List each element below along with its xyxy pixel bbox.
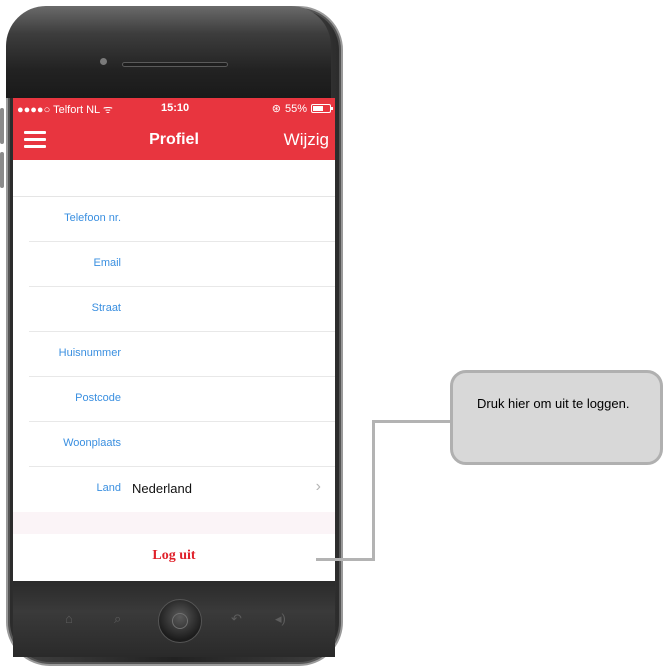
logout-button[interactable]: Log uit: [13, 534, 335, 578]
field-row-postcode[interactable]: Postcode: [29, 377, 335, 422]
phone-top-bezel: [6, 6, 331, 98]
country-value: Nederland: [132, 481, 192, 496]
form-top-spacer: [13, 160, 335, 197]
chevron-right-icon: ›: [315, 478, 321, 495]
back-icon: ↶: [231, 611, 242, 626]
section-spacer: [13, 512, 335, 534]
field-row-house-number[interactable]: Huisnummer: [29, 332, 335, 377]
volume-up-side-button: [0, 108, 4, 144]
field-row-city[interactable]: Woonplaats: [29, 422, 335, 467]
field-row-email[interactable]: Email: [29, 242, 335, 287]
wifi-icon: ᯤ: [102, 104, 113, 116]
camera-icon: [100, 58, 107, 65]
field-label: Land: [96, 482, 121, 494]
field-label: Telefoon nr.: [64, 212, 121, 224]
field-row-phone[interactable]: Telefoon nr.: [29, 197, 335, 242]
phone-bottom-bezel: ⌂ ⌕ ↶ ◂): [13, 581, 335, 657]
battery-status: ⊛ 55%: [271, 102, 333, 115]
field-label: Email: [93, 257, 121, 269]
home-button[interactable]: [158, 599, 202, 643]
profile-form: Telefoon nr. Email Straat Huisnummer Pos…: [13, 160, 335, 578]
navigation-bar: Profiel Wijzig: [13, 118, 335, 160]
battery-percent: 55%: [284, 102, 307, 115]
field-label: Straat: [91, 302, 121, 314]
field-label: Huisnummer: [58, 347, 121, 359]
volume-icon: ◂): [275, 611, 286, 626]
callout-text: Druk hier om uit te loggen.: [477, 396, 630, 411]
volume-down-side-button: [0, 152, 4, 188]
callout-box: Druk hier om uit te loggen.: [450, 370, 663, 465]
callout-connector: [372, 420, 452, 423]
search-icon: ⌕: [114, 611, 122, 626]
status-time: 15:10: [161, 102, 190, 114]
field-row-country[interactable]: Land Nederland ›: [29, 467, 335, 512]
callout-connector: [372, 420, 375, 561]
status-bar: ●●●●○ Telfort NL ᯤ 15:10 ⊛ 55%: [13, 98, 335, 118]
home-icon: ⌂: [65, 611, 73, 626]
carrier-label: ●●●●○ Telfort NL ᯤ: [17, 104, 113, 116]
edit-button[interactable]: Wijzig: [284, 130, 329, 150]
callout-connector: [316, 558, 375, 561]
field-label: Woonplaats: [63, 437, 121, 449]
home-button-ring: [172, 613, 188, 629]
battery-icon: [311, 104, 333, 113]
speaker-grille: [122, 62, 228, 67]
field-label: Postcode: [75, 392, 121, 404]
field-row-street[interactable]: Straat: [29, 287, 335, 332]
phone-screen: ●●●●○ Telfort NL ᯤ 15:10 ⊛ 55% Profiel W…: [13, 98, 335, 581]
alarm-icon: ⊛: [271, 103, 281, 115]
